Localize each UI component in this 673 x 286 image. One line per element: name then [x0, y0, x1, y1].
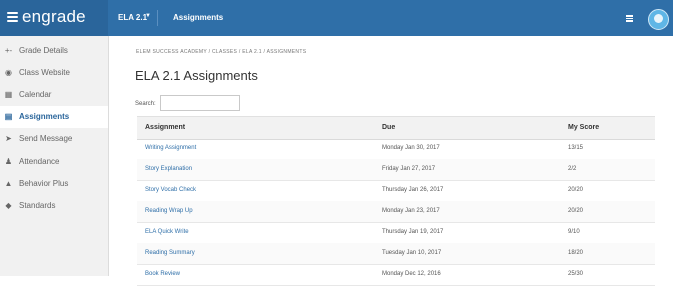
table-row[interactable]: Story Vocab Check Thursday Jan 26, 2017 20…: [137, 180, 655, 202]
search-input[interactable]: [160, 95, 240, 111]
score: 2/2: [568, 166, 577, 172]
page-title: ELA 2.1 Assignments: [135, 68, 258, 83]
score: 13/15: [568, 145, 584, 151]
tag-icon: ◆: [5, 200, 12, 210]
sidebar-item-label: Behavior Plus: [19, 178, 69, 188]
sidebar-item-attendance[interactable]: ♟ Attendance: [0, 150, 108, 172]
table-row[interactable]: Book Review Monday Dec 12, 2016 25/30: [137, 264, 655, 286]
table-row[interactable]: Story Explanation Friday Jan 27, 2017 2/2: [137, 159, 655, 181]
due-date: Monday Jan 23, 2017: [382, 208, 440, 214]
brand-area: engrade: [0, 0, 108, 36]
column-header-due[interactable]: Due: [382, 124, 395, 131]
sidebar-item-class-website[interactable]: ◉ Class Website: [0, 61, 108, 83]
assignment-link[interactable]: Reading Summary: [145, 250, 195, 256]
breadcrumb[interactable]: ELEM SUCCESS ACADEMY / CLASSES / ELA 2.1…: [136, 49, 306, 55]
section-title: Assignments: [173, 13, 224, 22]
assignment-link[interactable]: Story Vocab Check: [145, 187, 196, 193]
assignment-link[interactable]: ELA Quick Write: [145, 229, 189, 235]
assignment-link[interactable]: Book Review: [145, 271, 180, 277]
score: 20/20: [568, 187, 584, 193]
table-row[interactable]: Reading Summary Tuesday Jan 10, 2017 18/20: [137, 243, 655, 265]
score: 25/30: [568, 271, 584, 277]
search-label: Search:: [135, 101, 156, 107]
sidebar-item-label: Attendance: [19, 156, 60, 166]
avatar[interactable]: [648, 9, 669, 30]
calendar-icon: ▦: [4, 89, 13, 99]
due-date: Friday Jan 27, 2017: [382, 166, 436, 172]
due-date: Thursday Jan 19, 2017: [382, 229, 444, 235]
globe-icon: ◉: [5, 67, 12, 77]
sidebar-item-label: Standards: [19, 200, 56, 210]
sidebar-item-grade-details[interactable]: +- Grade Details: [0, 39, 108, 61]
sidebar-item-label: Send Message: [19, 134, 73, 144]
sidebar-item-label: Class Website: [19, 67, 70, 77]
assignment-link[interactable]: Story Explanation: [145, 166, 192, 172]
score: 9/10: [568, 229, 580, 235]
due-date: Monday Dec 12, 2016: [382, 271, 441, 277]
hamburger-menu-icon[interactable]: [7, 12, 18, 22]
brand-logo[interactable]: engrade: [22, 7, 86, 27]
warning-icon: ▲: [4, 178, 13, 188]
attendance-icon: ♟: [4, 156, 13, 166]
sidebar-item-label: Assignments: [19, 112, 70, 122]
due-date: Thursday Jan 26, 2017: [382, 187, 444, 193]
top-bar: engrade ELA 2.1 ▼ Assignments: [0, 0, 673, 36]
sidebar-item-standards[interactable]: ◆ Standards: [0, 194, 108, 216]
menu-icon[interactable]: [626, 15, 633, 22]
grade-details-icon: +-: [4, 45, 13, 55]
assignment-link[interactable]: Reading Wrap Up: [145, 208, 193, 214]
table-row[interactable]: ELA Quick Write Thursday Jan 19, 2017 9/10: [137, 222, 655, 244]
due-date: Monday Jan 30, 2017: [382, 145, 440, 151]
sidebar: +- Grade Details ◉ Class Website ▦ Calendar ▤ A…: [0, 36, 109, 276]
table-row[interactable]: Reading Wrap Up Monday Jan 23, 2017 20/20: [137, 201, 655, 223]
chevron-down-icon[interactable]: ▼: [145, 13, 151, 19]
sidebar-item-label: Grade Details: [19, 45, 68, 55]
sidebar-item-calendar[interactable]: ▦ Calendar: [0, 83, 108, 105]
topbar-divider: [157, 10, 158, 26]
sidebar-item-send-message[interactable]: ➤ Send Message: [0, 128, 108, 150]
column-header-assignment[interactable]: Assignment: [145, 124, 185, 131]
assignments-icon: ▤: [4, 112, 13, 122]
due-date: Tuesday Jan 10, 2017: [382, 250, 442, 256]
score: 18/20: [568, 250, 584, 256]
sidebar-item-behavior-plus[interactable]: ▲ Behavior Plus: [0, 172, 108, 194]
score: 20/20: [568, 208, 584, 214]
send-icon: ➤: [5, 134, 12, 144]
table-row[interactable]: Writing Assignment Monday Jan 30, 2017 13/…: [137, 138, 655, 160]
sidebar-item-label: Calendar: [19, 89, 52, 99]
sidebar-item-assignments[interactable]: ▤ Assignments: [0, 105, 108, 128]
class-selector[interactable]: ELA 2.1: [118, 13, 147, 22]
assignment-link[interactable]: Writing Assignment: [145, 145, 196, 151]
table-header: Assignment Due My Score: [137, 116, 655, 140]
column-header-score[interactable]: My Score: [568, 124, 599, 131]
